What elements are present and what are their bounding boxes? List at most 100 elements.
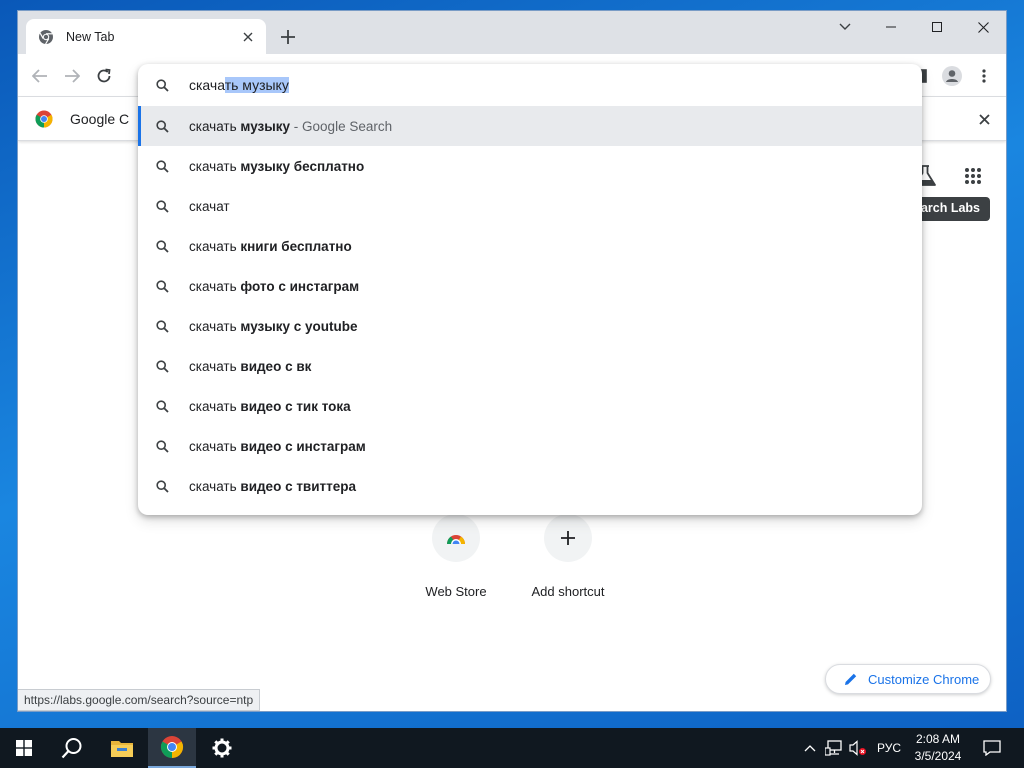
volume-muted-icon[interactable]	[848, 738, 868, 758]
maximize-button[interactable]	[914, 11, 960, 43]
shortcut-add[interactable]: Add shortcut	[512, 514, 624, 610]
chrome-favicon-icon	[38, 29, 54, 45]
chrome-web-store-icon	[446, 535, 465, 544]
shortcut-label: Add shortcut	[531, 584, 605, 599]
search-icon	[154, 238, 170, 254]
omnibox-suggestion[interactable]: скачать музыку - Google Search	[138, 106, 922, 146]
pencil-icon	[845, 673, 857, 685]
shortcut-web-store[interactable]: Web Store	[400, 514, 512, 610]
tab-search-chevron-down-icon[interactable]	[822, 11, 868, 43]
clock-date: 3/5/2024	[914, 749, 962, 763]
suggestion-text: скачать видео с вк	[189, 359, 311, 374]
taskbar-chrome-icon[interactable]	[148, 728, 196, 768]
suggestion-completion: видео с вк	[240, 358, 312, 374]
notification-center-icon[interactable]	[982, 738, 1002, 758]
omnibox-suggestion[interactable]: скачать книги бесплатно	[138, 226, 922, 266]
input-language-indicator[interactable]: РУС	[877, 741, 901, 755]
minimize-button[interactable]	[868, 11, 914, 43]
omnibox-suggestion[interactable]: скачат	[138, 186, 922, 226]
suggestion-text: скачать музыку - Google Search	[189, 119, 392, 134]
omnibox-suggestion[interactable]: скачать фото с инстаграм	[138, 266, 922, 306]
suggestion-completion: видео с твиттера	[240, 478, 357, 494]
suggestion-suffix: - Google Search	[290, 118, 393, 134]
omnibox-suggestion[interactable]: скачать музыку с youtube	[138, 306, 922, 346]
suggestion-prefix: скачать	[189, 398, 241, 414]
google-apps-grid-icon[interactable]	[958, 161, 988, 191]
suggestion-text: скачать музыку с youtube	[189, 319, 358, 334]
search-icon	[154, 278, 170, 294]
search-icon	[154, 478, 170, 494]
new-tab-button[interactable]	[276, 25, 300, 49]
suggestion-prefix: скачать	[189, 358, 241, 374]
browser-window: New Tab Google C Search Labs Web Store A…	[17, 10, 1007, 712]
search-icon	[154, 358, 170, 374]
omnibox-text: скачать музыку	[189, 77, 289, 93]
suggestion-completion: музыку	[240, 118, 291, 134]
tray-chevron-up-icon[interactable]	[800, 738, 820, 758]
settings-gear-icon[interactable]	[198, 728, 246, 768]
search-icon	[154, 118, 170, 134]
omnibox-dropdown: скачать музыку скачать музыку - Google S…	[138, 64, 922, 515]
omnibox-typed-text: скача	[189, 77, 225, 93]
back-arrow-icon[interactable]	[28, 64, 52, 88]
omnibox-suggestion[interactable]: скачать музыку бесплатно	[138, 146, 922, 186]
reload-icon[interactable]	[92, 64, 116, 88]
search-icon	[154, 77, 170, 93]
plus-icon	[561, 531, 575, 545]
suggestion-prefix: скачать	[189, 278, 241, 294]
suggestion-prefix: скачать	[189, 238, 241, 254]
omnibox-suggestion[interactable]: скачать видео с тик тока	[138, 386, 922, 426]
search-icon	[154, 438, 170, 454]
close-window-button[interactable]	[960, 11, 1006, 43]
more-menu-icon[interactable]	[972, 64, 996, 88]
suggestion-prefix: скачать	[189, 318, 241, 334]
omnibox-suggestion[interactable]: скачать видео с твиттера	[138, 466, 922, 506]
search-icon	[154, 318, 170, 334]
tab-new-tab[interactable]: New Tab	[26, 19, 266, 54]
chrome-logo-icon	[35, 110, 53, 128]
search-icon	[154, 398, 170, 414]
taskbar: РУС 2:08 AM 3/5/2024	[0, 728, 1024, 768]
suggestion-prefix: скачат	[189, 198, 230, 214]
profile-avatar-icon[interactable]	[940, 64, 964, 88]
suggestion-text: скачать музыку бесплатно	[189, 159, 364, 174]
suggestion-completion: видео с инстаграм	[240, 438, 366, 454]
suggestion-completion: музыку с youtube	[240, 318, 358, 334]
shortcut-icon-circle	[544, 514, 592, 562]
search-icon	[154, 198, 170, 214]
close-tab-icon[interactable]	[240, 29, 256, 45]
omnibox-suggestion[interactable]: скачать видео с инстаграм	[138, 426, 922, 466]
clock-time: 2:08 AM	[915, 732, 961, 746]
suggestion-prefix: скачать	[189, 158, 241, 174]
tab-title: New Tab	[66, 29, 115, 44]
forward-arrow-icon[interactable]	[60, 64, 84, 88]
shortcut-label: Web Store	[425, 584, 487, 599]
omnibox-input[interactable]: скачать музыку	[138, 64, 922, 106]
taskbar-search-icon[interactable]	[48, 728, 96, 768]
suggestion-text: скачат	[189, 199, 230, 214]
status-bar-url: https://labs.google.com/search?source=nt…	[18, 689, 261, 711]
suggestion-text: скачать видео с инстаграм	[189, 439, 366, 454]
suggestion-list: скачать музыку - Google Search скачать му…	[138, 106, 922, 506]
infobar-close-icon[interactable]	[976, 111, 992, 127]
suggestion-text: скачать видео с тик тока	[189, 399, 351, 414]
file-explorer-folder-icon[interactable]	[98, 728, 146, 768]
search-icon	[154, 158, 170, 174]
suggestion-prefix: скачать	[189, 438, 241, 454]
omnibox-selected-text: ть музыку	[224, 77, 289, 93]
network-icon[interactable]	[824, 738, 844, 758]
windows-start-icon[interactable]	[0, 728, 48, 768]
omnibox-suggestion[interactable]: скачать видео с вк	[138, 346, 922, 386]
suggestion-completion: музыку бесплатно	[240, 158, 365, 174]
suggestion-text: скачать фото с инстаграм	[189, 279, 359, 294]
suggestion-prefix: скачать	[189, 118, 241, 134]
suggestion-completion: книги бесплатно	[240, 238, 352, 254]
clock[interactable]: 2:08 AM 3/5/2024	[906, 731, 970, 765]
suggestion-text: скачать видео с твиттера	[189, 479, 356, 494]
customize-chrome-label: Customize Chrome	[868, 671, 980, 687]
suggestion-completion: видео с тик тока	[240, 398, 351, 414]
customize-chrome-button[interactable]: Customize Chrome	[825, 664, 991, 694]
suggestion-prefix: скачать	[189, 478, 241, 494]
infobar-message: Google C	[70, 111, 130, 127]
tab-strip: New Tab	[18, 11, 1006, 54]
